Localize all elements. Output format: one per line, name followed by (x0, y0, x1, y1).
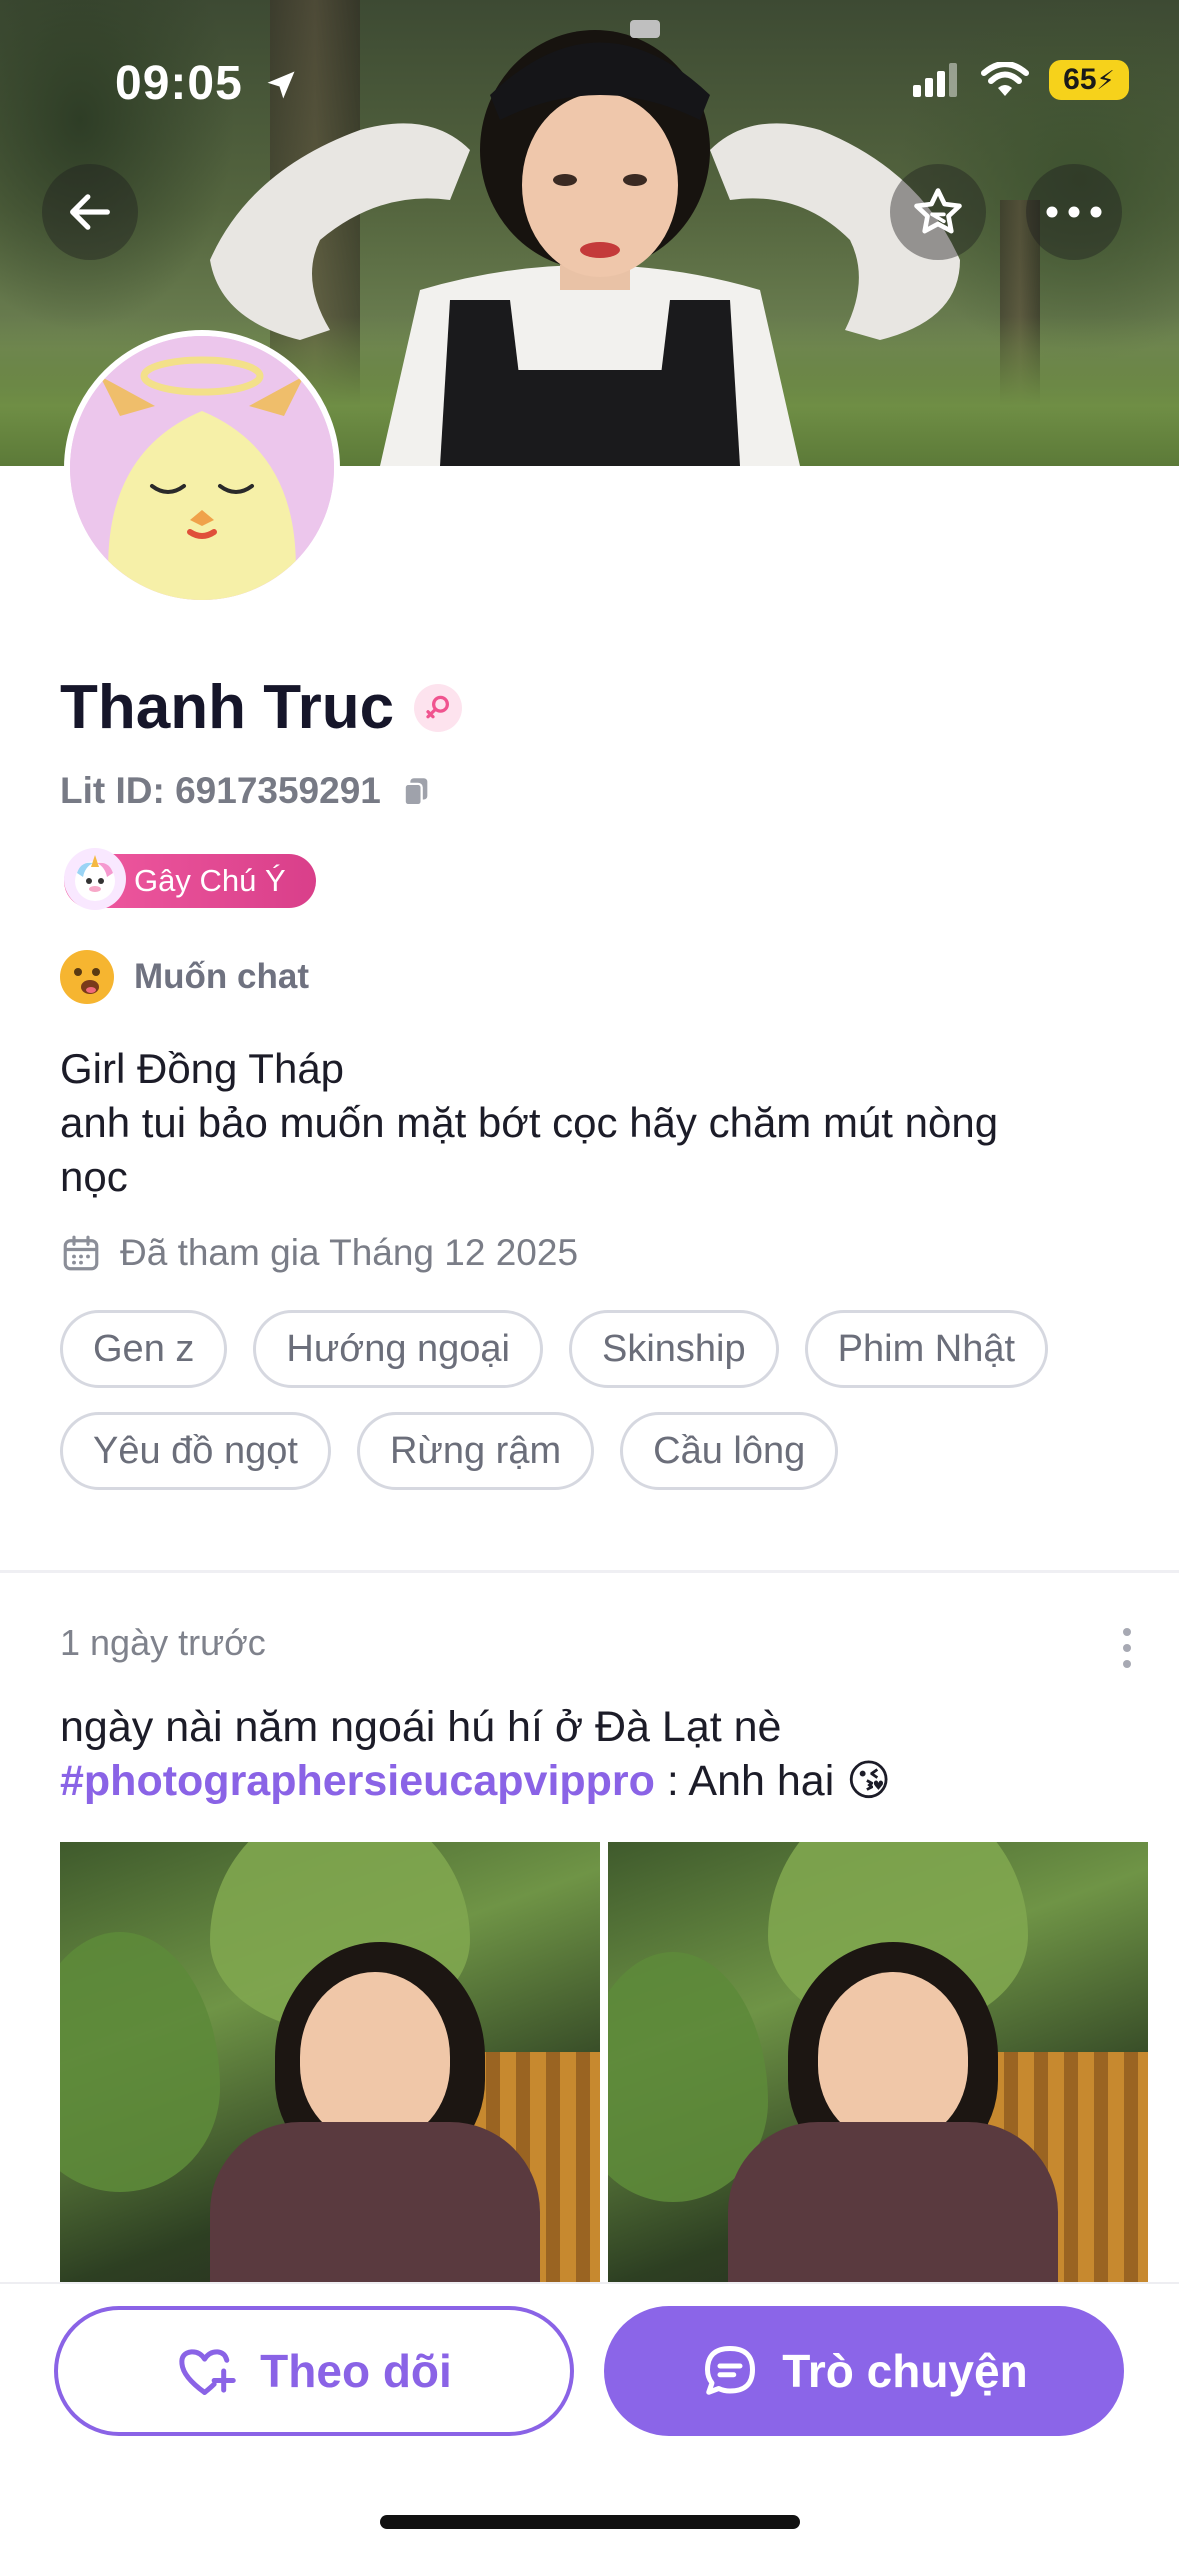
post-caption-tail: : Anh hai 😘 (654, 1757, 892, 1805)
cellular-signal-icon (913, 63, 957, 97)
home-indicator[interactable] (380, 2515, 800, 2529)
title-badge[interactable]: Gây Chú Ý (64, 848, 316, 910)
status-time: 09:05 (115, 56, 299, 111)
bio-line: nọc (60, 1153, 128, 1200)
post-photo-2[interactable] (608, 1842, 1148, 2282)
female-gender-icon (426, 695, 450, 718)
interest-tag[interactable]: Cầu lông (620, 1412, 839, 1490)
bio-line: Girl Đồng Tháp (60, 1045, 345, 1092)
chat-button[interactable]: Trò chuyện (604, 2306, 1124, 2436)
follow-button[interactable]: Theo dõi (54, 2306, 574, 2436)
profile-bio: Girl Đồng Tháp anh tui bảo muốn mặt bớt … (60, 1042, 1120, 1204)
calendar-icon (63, 1235, 99, 1271)
section-divider (0, 1570, 1179, 1573)
heart-plus-icon (179, 2349, 236, 2395)
post-photo-1[interactable] (60, 1842, 600, 2282)
interest-tag[interactable]: Skinship (569, 1310, 779, 1388)
interest-tag[interactable]: Gen z (60, 1310, 228, 1388)
profile-name: Thanh Truc (60, 673, 395, 742)
post-caption-line: ngày nài năm ngoái hú hí ở Đà Lạt nè (60, 1703, 782, 1751)
post-more-icon[interactable] (1117, 1628, 1137, 1668)
title-badge-label: Gây Chú Ý (134, 863, 286, 898)
unicorn-icon (64, 848, 126, 910)
post-caption-line-2: #photographersieucapvippro : Anh hai 😘 (60, 1754, 1140, 1808)
interest-tag[interactable]: Hướng ngoại (253, 1310, 543, 1388)
gender-badge (414, 683, 463, 732)
profile-name-row: Thanh Truc (60, 672, 463, 743)
more-horizontal-icon (1046, 206, 1102, 218)
wifi-icon (981, 62, 1029, 96)
status-bar: 09:05 65 ⚡ (0, 0, 1179, 170)
back-button[interactable] (42, 164, 138, 260)
status-time-text: 09:05 (115, 57, 243, 110)
chat-button-label: Trò chuyện (782, 2345, 1028, 2397)
drooling-face-icon (60, 950, 114, 1004)
location-arrow-icon (267, 71, 295, 99)
interest-tags: Gen z Hướng ngoại Skinship Phim Nhật Yêu… (60, 1310, 1140, 1490)
status-icons: 65 ⚡ (913, 60, 1129, 100)
interest-tag[interactable]: Yêu đồ ngọt (60, 1412, 331, 1490)
copy-icon[interactable] (399, 774, 433, 808)
joined-date-text: Đã tham gia Tháng 12 2025 (120, 1232, 579, 1273)
interest-tag[interactable]: Rừng rậm (356, 1412, 595, 1490)
post-caption: ngày nài năm ngoái hú hí ở Đà Lạt nè #ph… (60, 1700, 1140, 1808)
post-hashtag[interactable]: #photographersieucapvippro (60, 1757, 655, 1805)
arrow-left-icon (70, 194, 110, 230)
lit-id-text: Lit ID: 6917359291 (60, 770, 381, 811)
avatar-chick-illustration (70, 336, 334, 600)
charging-bolt-icon: ⚡ (1096, 64, 1115, 95)
lit-id-row: Lit ID: 6917359291 (60, 770, 433, 812)
more-options-button[interactable] (1026, 164, 1122, 260)
chat-bubble-icon (705, 2346, 756, 2395)
avatar[interactable] (64, 330, 340, 606)
bio-line: anh tui bảo muốn mặt bớt cọc hãy chăm mú… (60, 1099, 999, 1146)
post-timestamp: 1 ngày trước (60, 1622, 266, 1663)
mood-text: Muốn chat (134, 957, 309, 996)
interest-tag[interactable]: Phim Nhật (804, 1310, 1049, 1388)
battery-level: 65 (1063, 63, 1097, 96)
mood-row: Muốn chat (60, 950, 309, 1004)
star-outline-icon (914, 188, 962, 234)
battery-indicator: 65 ⚡ (1049, 60, 1129, 100)
joined-date-row: Đã tham gia Tháng 12 2025 (60, 1232, 578, 1274)
follow-button-label: Theo dõi (260, 2345, 452, 2397)
favorite-button[interactable] (890, 164, 986, 260)
